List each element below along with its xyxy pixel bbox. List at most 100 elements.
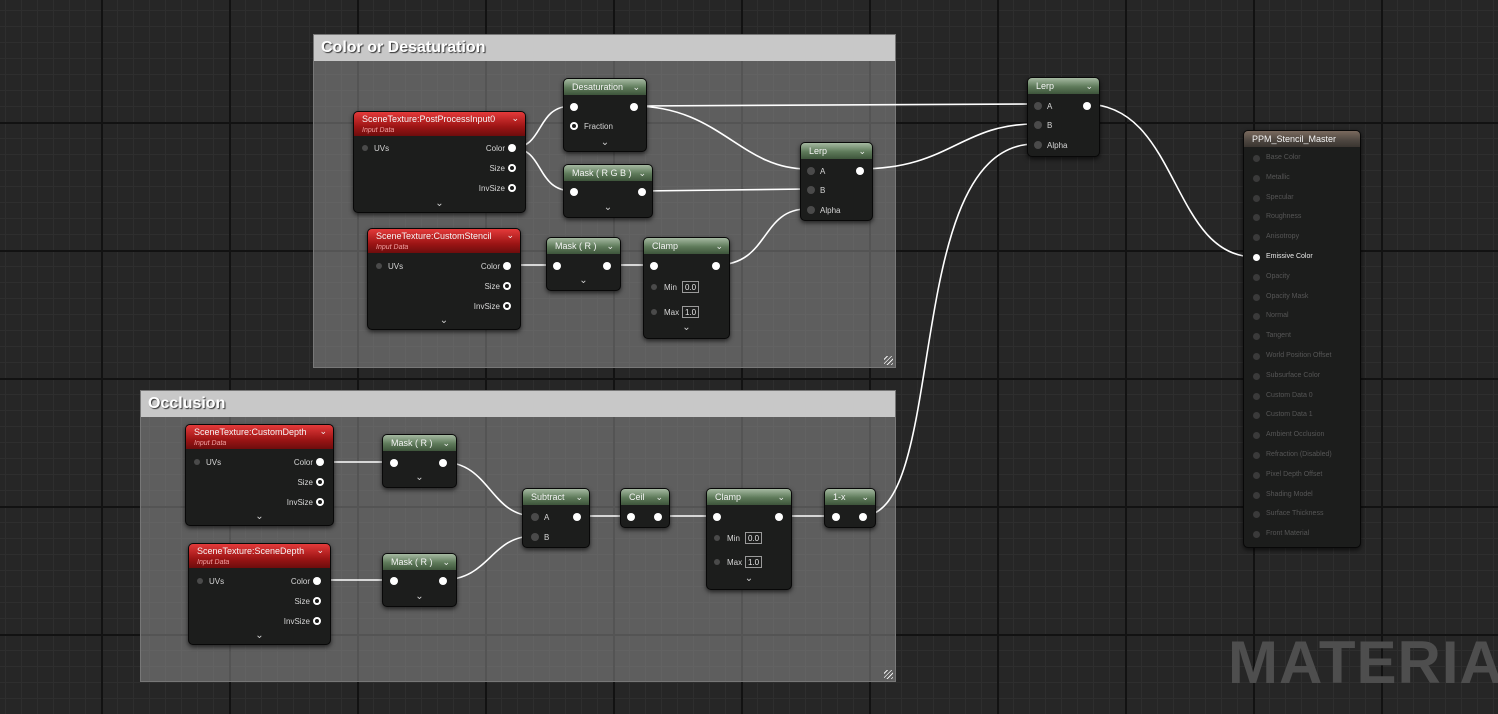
expand-chevron-icon[interactable]: ⌄ — [383, 591, 456, 602]
node-scene-texture-custom-stencil[interactable]: SceneTexture:CustomStencil Input Data ⌄ UV… — [367, 228, 521, 330]
output-pin[interactable] — [638, 188, 646, 196]
output-pin-size[interactable] — [316, 478, 324, 486]
chevron-down-icon[interactable]: ⌄ — [858, 143, 866, 159]
input-pin[interactable] — [553, 262, 561, 270]
chevron-down-icon[interactable]: ⌄ — [511, 112, 519, 125]
output-pin-size[interactable] — [503, 282, 511, 290]
chevron-down-icon[interactable]: ⌄ — [316, 544, 324, 557]
output-pin-size[interactable] — [508, 164, 516, 172]
node-clamp-top[interactable]: Clamp ⌄ Min 0.0 Max 1.0 ⌄ — [643, 237, 730, 339]
node-subtract[interactable]: Subtract ⌄ A B — [522, 488, 590, 548]
input-pin-alpha[interactable] — [807, 206, 815, 214]
input-pin-world-position-offset[interactable] — [1253, 353, 1260, 360]
input-pin[interactable] — [627, 513, 635, 521]
chevron-down-icon[interactable]: ⌄ — [506, 229, 514, 242]
input-pin-a[interactable] — [1034, 102, 1042, 110]
input-pin-shading-model[interactable] — [1253, 491, 1260, 499]
input-pin-uvs[interactable] — [376, 263, 382, 269]
input-pin[interactable] — [570, 188, 578, 196]
input-pin-roughness[interactable] — [1253, 214, 1260, 222]
node-scene-texture-scene-depth[interactable]: SceneTexture:SceneDepth Input Data ⌄ UVs C… — [188, 543, 331, 645]
input-pin-pixel-depth-offset[interactable] — [1253, 471, 1260, 479]
chevron-down-icon[interactable]: ⌄ — [861, 489, 869, 505]
input-pin[interactable] — [390, 459, 398, 467]
output-pin[interactable] — [654, 513, 662, 521]
input-pin-normal[interactable] — [1253, 313, 1260, 321]
node-material-master[interactable]: PPM_Stencil_Master Base Color Metallic Spe… — [1243, 130, 1361, 548]
output-pin[interactable] — [630, 103, 638, 111]
input-pin-uvs[interactable] — [194, 459, 200, 465]
chevron-down-icon[interactable]: ⌄ — [319, 425, 327, 438]
max-value-field[interactable]: 1.0 — [682, 306, 699, 318]
input-pin-b[interactable] — [807, 186, 815, 194]
chevron-down-icon[interactable]: ⌄ — [442, 554, 450, 570]
expand-chevron-icon[interactable]: ⌄ — [707, 573, 791, 584]
input-pin-ambient-occlusion[interactable] — [1253, 432, 1260, 440]
chevron-down-icon[interactable]: ⌄ — [1085, 78, 1093, 94]
input-pin-uvs[interactable] — [197, 578, 203, 584]
input-pin-custom-data-1[interactable] — [1253, 412, 1260, 420]
input-pin-opacity[interactable] — [1253, 273, 1260, 281]
output-pin-invsize[interactable] — [316, 498, 324, 506]
output-pin-color[interactable] — [313, 577, 321, 585]
output-pin-color[interactable] — [316, 458, 324, 466]
node-mask-r-stencil[interactable]: Mask ( R ) ⌄ ⌄ — [546, 237, 621, 291]
input-pin-min[interactable] — [651, 284, 657, 290]
input-pin-subsurface-color[interactable] — [1253, 372, 1260, 380]
input-pin[interactable] — [713, 513, 721, 521]
input-pin-surface-thickness[interactable] — [1253, 511, 1260, 519]
max-value-field[interactable]: 1.0 — [745, 556, 762, 568]
node-ceil[interactable]: Ceil ⌄ — [620, 488, 670, 528]
chevron-down-icon[interactable]: ⌄ — [638, 165, 646, 181]
input-pin[interactable] — [390, 577, 398, 585]
output-pin[interactable] — [603, 262, 611, 270]
node-clamp-bottom[interactable]: Clamp ⌄ Min 0.0 Max 1.0 ⌄ — [706, 488, 792, 590]
node-lerp-outer[interactable]: Lerp ⌄ A B Alpha — [1027, 77, 1100, 157]
input-pin-front-material[interactable] — [1253, 531, 1260, 539]
input-pin-emissive-color[interactable] — [1253, 254, 1260, 261]
node-mask-rgb[interactable]: Mask ( R G B ) ⌄ ⌄ — [563, 164, 653, 218]
chevron-down-icon[interactable]: ⌄ — [655, 489, 663, 505]
node-mask-r-scene-depth[interactable]: Mask ( R ) ⌄ ⌄ — [382, 553, 457, 607]
input-pin-tangent[interactable] — [1253, 333, 1260, 341]
min-value-field[interactable]: 0.0 — [682, 281, 699, 293]
input-pin-custom-data-0[interactable] — [1253, 392, 1260, 400]
output-pin[interactable] — [856, 167, 864, 175]
expand-chevron-icon[interactable]: ⌄ — [644, 322, 729, 333]
input-pin-base-color[interactable] — [1253, 155, 1260, 162]
output-pin[interactable] — [775, 513, 783, 521]
node-one-minus[interactable]: 1-x ⌄ — [824, 488, 876, 528]
expand-chevron-icon[interactable]: ⌄ — [186, 511, 333, 522]
input-pin-specular[interactable] — [1253, 194, 1260, 202]
input-pin-anisotropy[interactable] — [1253, 234, 1260, 242]
input-pin-b[interactable] — [1034, 121, 1042, 129]
input-pin-refraction-disabled[interactable] — [1253, 452, 1260, 459]
input-pin[interactable] — [650, 262, 658, 270]
output-pin-invsize[interactable] — [503, 302, 511, 310]
output-pin[interactable] — [439, 459, 447, 467]
input-pin[interactable] — [832, 513, 840, 521]
min-value-field[interactable]: 0.0 — [745, 532, 762, 544]
output-pin-invsize[interactable] — [313, 617, 321, 625]
chevron-down-icon[interactable]: ⌄ — [442, 435, 450, 451]
expand-chevron-icon[interactable]: ⌄ — [354, 198, 525, 209]
chevron-down-icon[interactable]: ⌄ — [575, 489, 583, 505]
input-pin-opacity-mask[interactable] — [1253, 293, 1260, 301]
input-pin-alpha[interactable] — [1034, 141, 1042, 149]
chevron-down-icon[interactable]: ⌄ — [606, 238, 614, 254]
output-pin[interactable] — [712, 262, 720, 270]
output-pin-color[interactable] — [503, 262, 511, 270]
node-scene-texture-custom-depth[interactable]: SceneTexture:CustomDepth Input Data ⌄ UVs … — [185, 424, 334, 526]
expand-chevron-icon[interactable]: ⌄ — [383, 472, 456, 483]
chevron-down-icon[interactable]: ⌄ — [777, 489, 785, 505]
input-pin-b[interactable] — [531, 533, 539, 541]
chevron-down-icon[interactable]: ⌄ — [715, 238, 723, 254]
output-pin-size[interactable] — [313, 597, 321, 605]
output-pin[interactable] — [439, 577, 447, 585]
expand-chevron-icon[interactable]: ⌄ — [564, 137, 646, 148]
expand-chevron-icon[interactable]: ⌄ — [564, 202, 652, 213]
input-pin-uvs[interactable] — [362, 145, 368, 151]
chevron-down-icon[interactable]: ⌄ — [632, 79, 640, 95]
node-scene-texture-postprocess[interactable]: SceneTexture:PostProcessInput0 Input Data… — [353, 111, 526, 213]
input-pin-metallic[interactable] — [1253, 174, 1260, 182]
